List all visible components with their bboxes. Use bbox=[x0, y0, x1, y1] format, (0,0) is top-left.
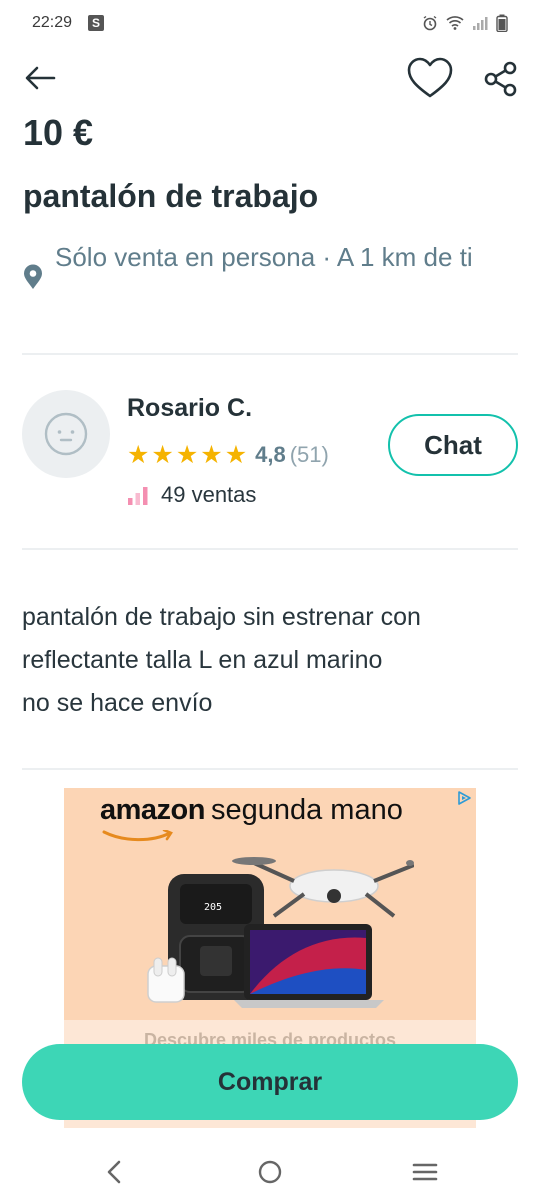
status-time: 22:29 bbox=[32, 14, 73, 31]
location-text: Sólo venta en persona · A 1 km de ti bbox=[55, 242, 473, 272]
seller-rating: ★ ★ ★ ★ ★ 4,8 (51) bbox=[127, 442, 329, 468]
chat-button[interactable]: Chat bbox=[388, 414, 518, 476]
seller-card: Rosario C. ★ ★ ★ ★ ★ 4,8 (51) 49 ventas … bbox=[22, 388, 518, 518]
laptop-icon bbox=[234, 924, 384, 1008]
description-line: no se hace envío bbox=[22, 689, 213, 717]
status-notification-badge: S bbox=[88, 15, 105, 31]
ad-subtitle: segunda mano bbox=[210, 794, 403, 826]
star-icon: ★ bbox=[224, 441, 248, 469]
ad-products-image: 205 bbox=[147, 857, 414, 1008]
seller-name[interactable]: Rosario C. bbox=[127, 394, 252, 423]
heart-icon[interactable] bbox=[406, 56, 454, 100]
star-icon: ★ bbox=[151, 441, 174, 469]
location-pin-icon bbox=[24, 264, 42, 289]
description-line: reflectante talla L en azul marino bbox=[22, 646, 383, 674]
nav-back-icon[interactable] bbox=[100, 1158, 130, 1186]
sales-count: 49 ventas bbox=[161, 482, 257, 507]
wifi-icon bbox=[446, 16, 464, 30]
divider bbox=[22, 768, 518, 770]
status-icons bbox=[422, 14, 508, 32]
rating-count: (51) bbox=[289, 442, 329, 467]
alarm-icon bbox=[423, 15, 437, 31]
nav-home-icon[interactable] bbox=[255, 1158, 285, 1186]
sales-bars-icon bbox=[128, 487, 148, 505]
top-bar bbox=[0, 52, 540, 104]
status-bar: 22:29 S bbox=[0, 0, 540, 46]
buy-button[interactable]: Comprar bbox=[22, 1044, 518, 1120]
amazon-smile-icon bbox=[102, 830, 173, 842]
ad-headline: amazon segunda mano bbox=[100, 794, 403, 827]
svg-text:205: 205 bbox=[204, 902, 222, 913]
ad-choices-icon[interactable] bbox=[456, 790, 472, 806]
avatar[interactable] bbox=[22, 390, 110, 478]
listing-description: pantalón de trabajo sin estrenar con ref… bbox=[22, 596, 522, 725]
avatar-face-icon bbox=[44, 412, 88, 456]
divider bbox=[22, 548, 518, 550]
seller-sales: 49 ventas bbox=[127, 482, 256, 508]
listing-price: 10 € bbox=[23, 112, 94, 153]
description-line: pantalón de trabajo sin estrenar con bbox=[22, 603, 421, 631]
listing-title: pantalón de trabajo bbox=[23, 178, 319, 214]
star-icon: ★ bbox=[175, 441, 199, 469]
star-icon: ★ bbox=[200, 441, 223, 469]
share-icon[interactable] bbox=[482, 60, 520, 98]
rating-value: 4,8 bbox=[255, 442, 286, 467]
signal-icon bbox=[473, 17, 488, 30]
ad-brand: amazon bbox=[100, 794, 205, 826]
back-arrow-icon[interactable] bbox=[22, 60, 58, 96]
star-icon: ★ bbox=[127, 441, 150, 469]
system-nav-bar bbox=[0, 1140, 540, 1200]
battery-icon bbox=[496, 14, 508, 32]
divider bbox=[22, 353, 518, 355]
nav-recents-icon[interactable] bbox=[410, 1158, 440, 1186]
